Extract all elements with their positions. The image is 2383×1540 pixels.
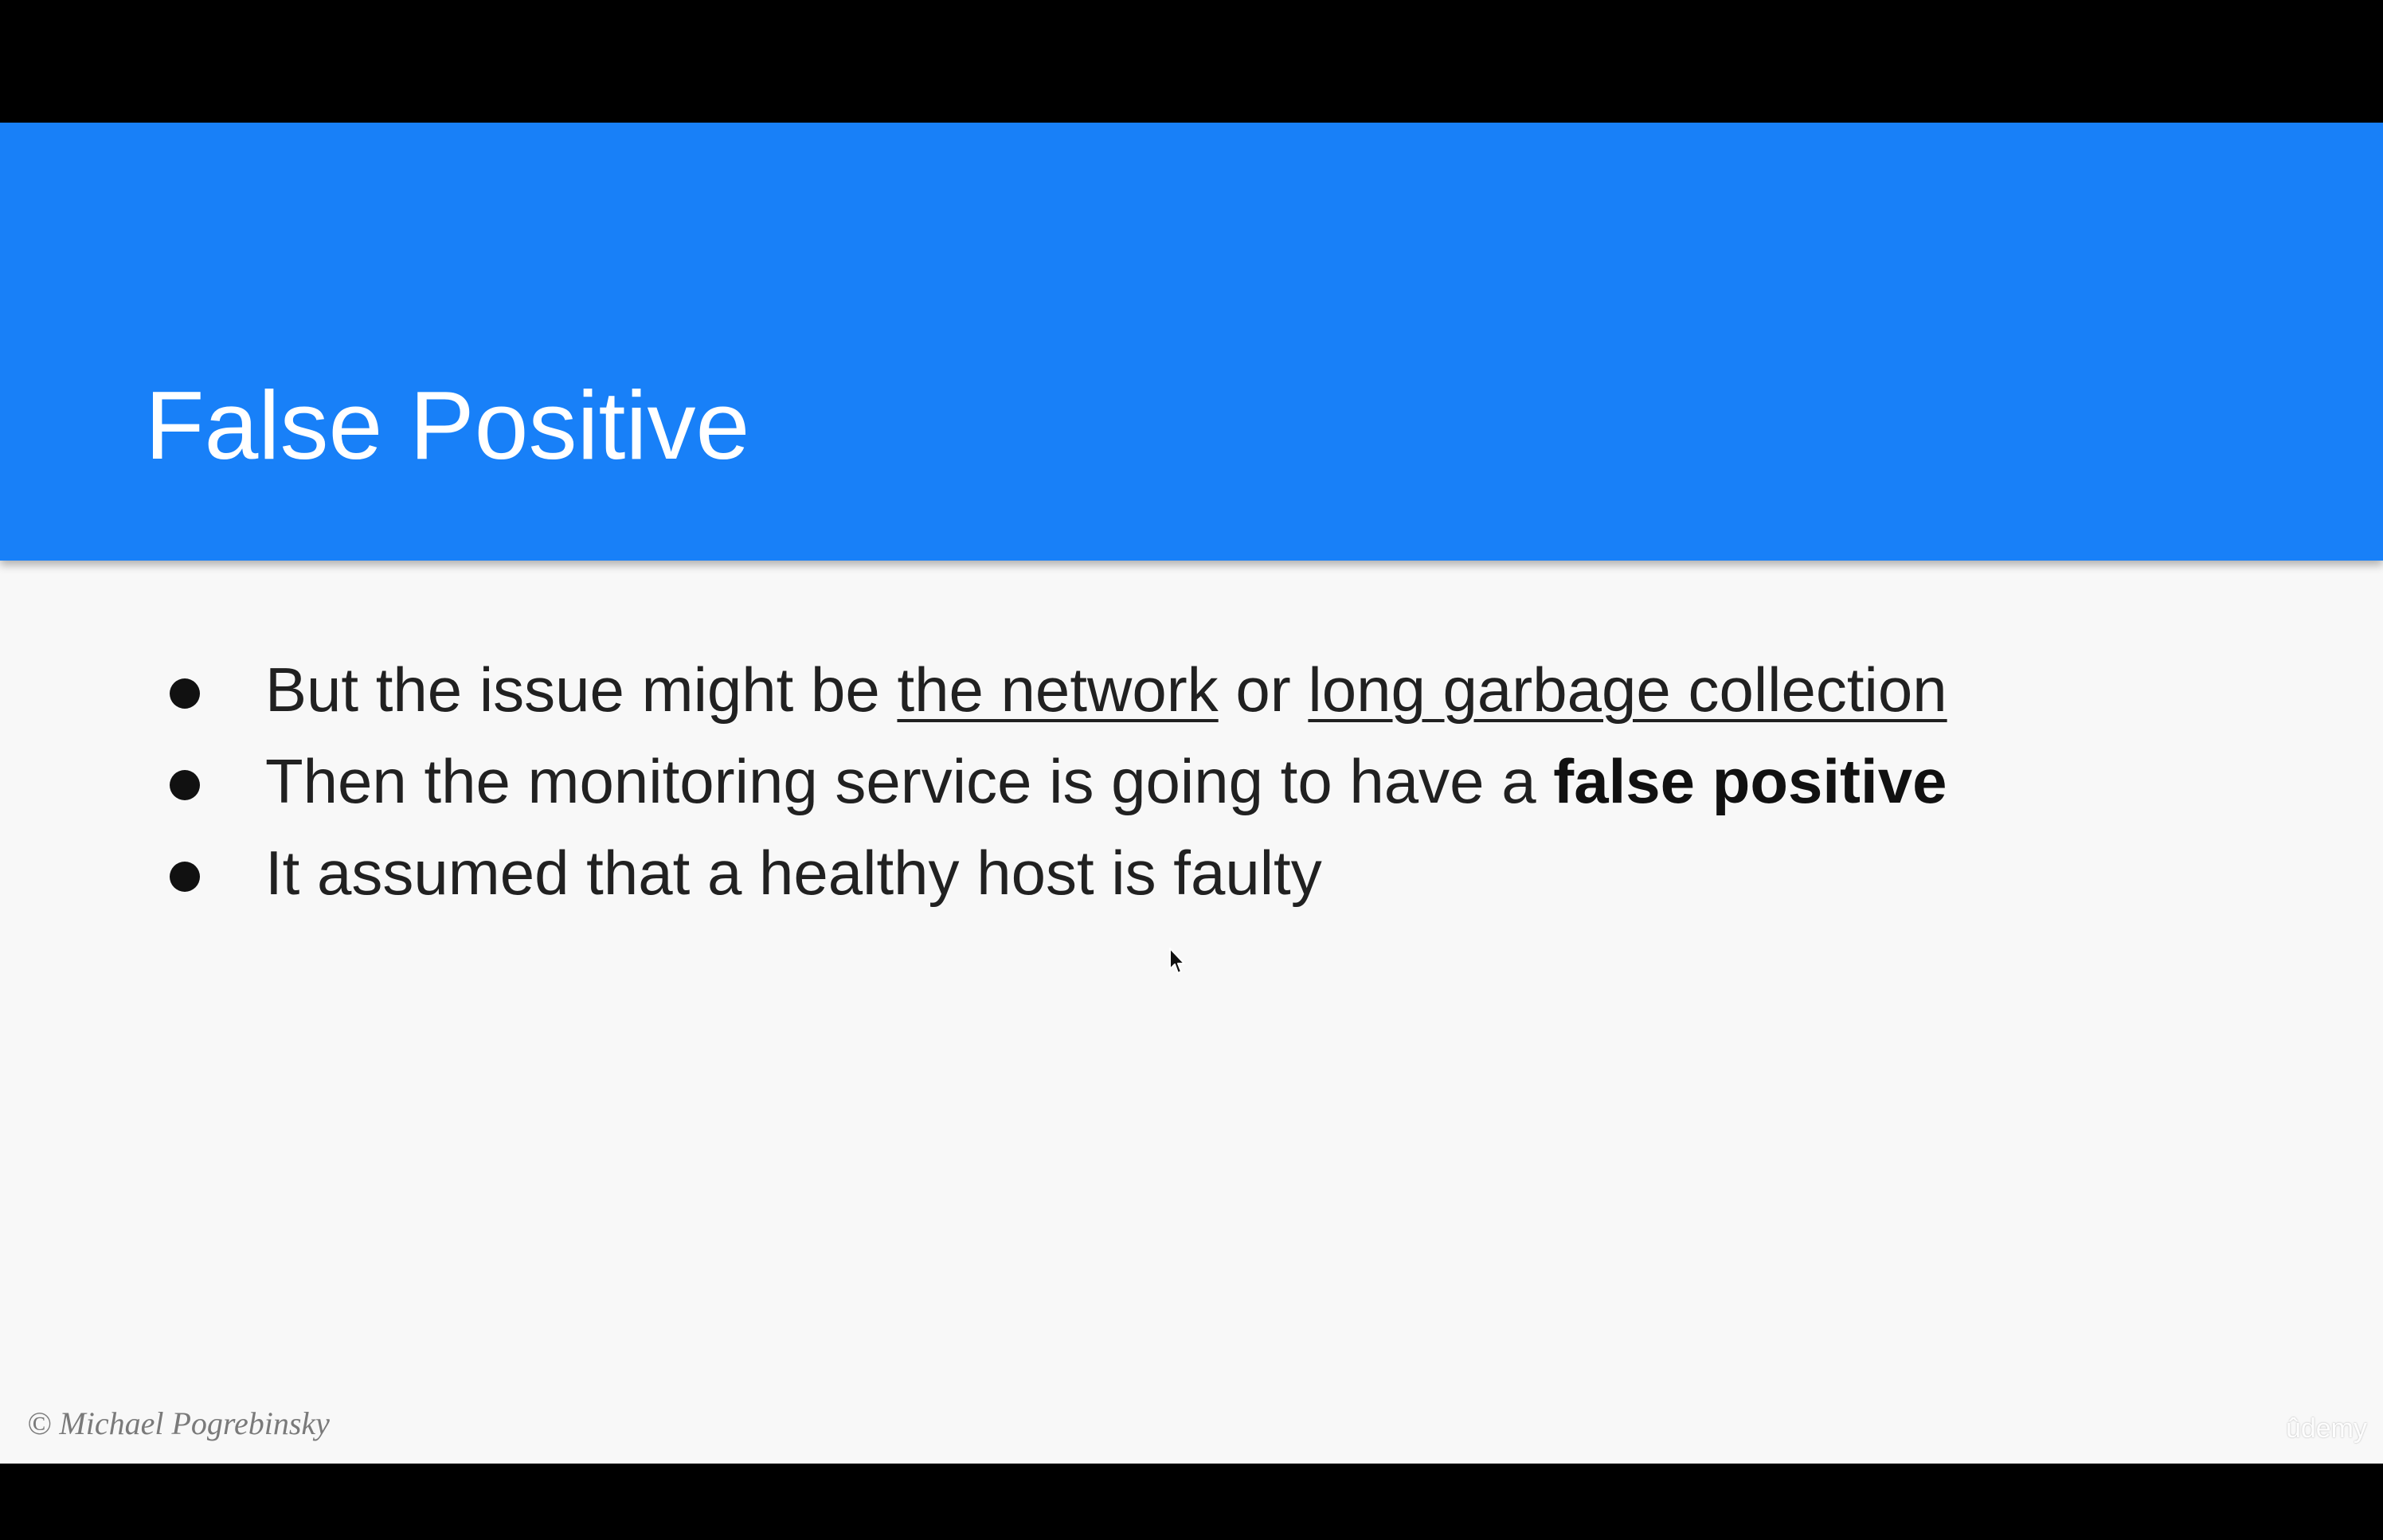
- bullet-dot-icon: [170, 770, 200, 800]
- copyright-notice: © Michael Pogrebinsky: [27, 1405, 330, 1441]
- bullet-text: Then the monitoring service is going to …: [265, 736, 1947, 827]
- slide: False Positive But the issue might be th…: [0, 123, 2383, 1464]
- bullet-text-segment: or: [1218, 655, 1309, 725]
- title-bar: False Positive: [0, 123, 2383, 561]
- bullet-dot-icon: [170, 862, 200, 892]
- bullet-text: It assumed that a healthy host is faulty: [265, 827, 1322, 919]
- bullet-text-segment: Then the monitoring service is going to …: [265, 746, 1554, 816]
- udemy-watermark: ûdemy: [2285, 1413, 2367, 1444]
- bullet-text-segment: But the issue might be: [265, 655, 898, 725]
- bullet-dot-icon: [170, 678, 200, 709]
- underlined-phrase: long garbage collection: [1308, 655, 1947, 725]
- mouse-pointer-icon: [1169, 948, 1185, 974]
- underlined-phrase: the network: [897, 655, 1219, 725]
- bold-phrase: false positive: [1553, 746, 1947, 816]
- bullet-text-segment: It assumed that a healthy host is faulty: [265, 838, 1322, 908]
- bullet-text: But the issue might be the network or lo…: [265, 644, 1947, 736]
- video-frame: False Positive But the issue might be th…: [0, 0, 2383, 1540]
- slide-title: False Positive: [145, 371, 750, 479]
